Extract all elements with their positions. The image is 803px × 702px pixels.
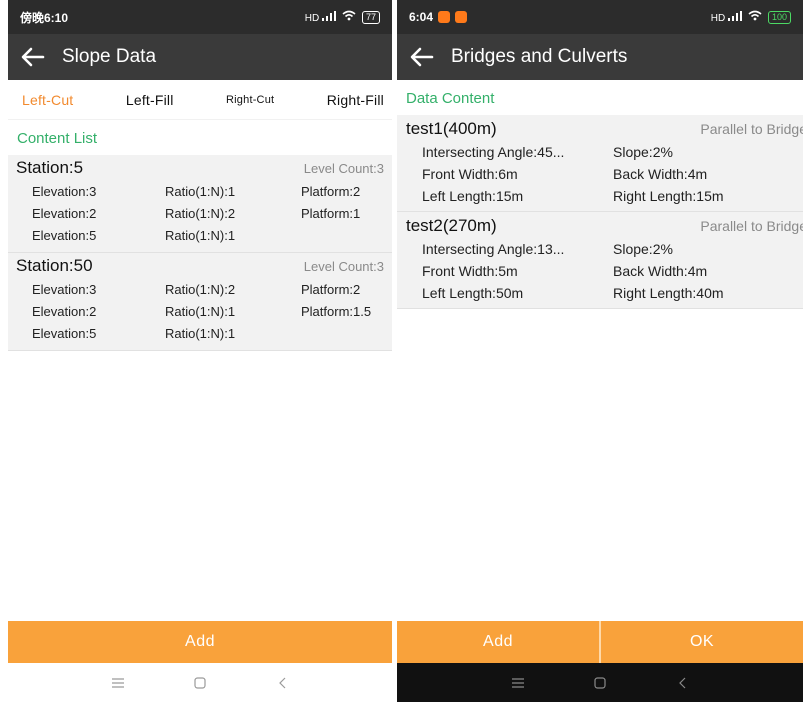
bridge-detail-row: Left Length:50m Right Length:40m: [397, 282, 803, 304]
bridge-name: test1(400m): [406, 119, 497, 138]
app-bar: Slope Data: [8, 34, 392, 80]
elevation-value: Elevation:2: [32, 205, 97, 221]
bridge-detail-row: Front Width:6m Back Width:4m: [397, 163, 803, 185]
slope-level-row: Elevation:5 Ratio(1:N):1: [8, 322, 392, 344]
menu-icon[interactable]: [511, 676, 525, 690]
elevation-value: Elevation:3: [32, 183, 97, 199]
elevation-value: Elevation:2: [32, 303, 97, 319]
platform-value: Platform:2: [301, 281, 361, 297]
left-length: Left Length:50m: [422, 285, 524, 301]
platform-value: Platform:1: [301, 205, 361, 221]
bridge-detail-row: Left Length:15m Right Length:15m: [397, 185, 803, 207]
bridge-type: Parallel to Bridge: [700, 218, 803, 234]
wifi-icon: [342, 10, 356, 24]
station-name: Station:50: [16, 256, 93, 275]
tab-right-cut[interactable]: Right-Cut: [226, 94, 274, 106]
battery-icon: 77: [361, 10, 380, 24]
tab-left-fill[interactable]: Left-Fill: [126, 92, 174, 108]
slope-data-screen: 傍晚6:10 HD 77 Slope Data Left-Cut Left-Fi…: [8, 0, 392, 702]
slope-level-row: Elevation:3 Ratio(1:N):2 Platform:2: [8, 278, 392, 300]
bridge-detail-row: Intersecting Angle:45... Slope:2%: [397, 141, 803, 163]
wifi-icon: [748, 10, 762, 24]
slope-value: Slope:2%: [613, 144, 673, 160]
front-width: Front Width:6m: [422, 166, 518, 182]
tab-left-cut[interactable]: Left-Cut: [22, 92, 73, 108]
elevation-value: Elevation:3: [32, 281, 97, 297]
back-arrow-icon[interactable]: [407, 42, 437, 72]
home-icon[interactable]: [193, 676, 207, 690]
elevation-value: Elevation:5: [32, 227, 97, 243]
back-width: Back Width:4m: [613, 263, 708, 279]
status-bar: 6:04 HD 100: [397, 0, 803, 34]
notification-icon: [438, 11, 451, 23]
station-card[interactable]: Station:50 Level Count:3 Elevation:3 Rat…: [8, 253, 392, 351]
bridge-detail-row: Front Width:5m Back Width:4m: [397, 260, 803, 282]
station-card[interactable]: Station:5 Level Count:3 Elevation:3 Rati…: [8, 155, 392, 253]
bridges-culverts-screen: 6:04 HD 100 Bridges and Culverts Data Co…: [397, 0, 803, 702]
slope-level-row: Elevation:2 Ratio(1:N):1 Platform:1.5: [8, 300, 392, 322]
app-bar: Bridges and Culverts: [397, 34, 803, 80]
bridge-detail-row: Intersecting Angle:13... Slope:2%: [397, 238, 803, 260]
tab-right-fill[interactable]: Right-Fill: [327, 92, 384, 108]
back-nav-icon[interactable]: [275, 676, 289, 690]
ratio-value: Ratio(1:N):1: [165, 303, 236, 319]
notification-icon: [455, 11, 468, 23]
intersecting-angle: Intersecting Angle:45...: [422, 144, 565, 160]
slope-value: Slope:2%: [613, 241, 673, 257]
ratio-value: Ratio(1:N):1: [165, 325, 236, 341]
bottom-action-bar: Add OK: [397, 621, 803, 663]
back-arrow-icon[interactable]: [18, 42, 48, 72]
back-nav-icon[interactable]: [675, 676, 689, 690]
page-title: Slope Data: [62, 46, 157, 67]
page-title: Bridges and Culverts: [451, 46, 628, 67]
battery-icon: 100: [767, 10, 791, 24]
level-count: Level Count:3: [303, 161, 384, 176]
add-button[interactable]: Add: [8, 621, 392, 663]
signal-icon: HD: [711, 10, 742, 24]
station-name: Station:5: [16, 158, 84, 177]
bridge-type: Parallel to Bridge: [700, 121, 803, 137]
add-button[interactable]: Add: [397, 621, 599, 663]
platform-value: Platform:2: [301, 183, 361, 199]
section-title: Data Content: [406, 90, 495, 107]
intersecting-angle: Intersecting Angle:13...: [422, 241, 565, 257]
home-icon[interactable]: [593, 676, 607, 690]
back-width: Back Width:4m: [613, 166, 708, 182]
ratio-value: Ratio(1:N):2: [165, 281, 236, 297]
status-bar: 傍晚6:10 HD 77: [8, 0, 392, 34]
bridge-name: test2(270m): [406, 216, 497, 235]
right-length: Right Length:40m: [613, 285, 724, 301]
platform-value: Platform:1.5: [301, 303, 372, 319]
system-nav-bar: [8, 663, 392, 702]
ratio-value: Ratio(1:N):1: [165, 183, 236, 199]
bridge-card[interactable]: test1(400m) Parallel to Bridge Intersect…: [397, 115, 803, 212]
signal-icon: HD: [305, 10, 336, 24]
ok-button[interactable]: OK: [599, 621, 803, 663]
bottom-action-bar: Add: [8, 621, 392, 663]
slope-tabs: Left-Cut Left-Fill Right-Cut Right-Fill: [8, 80, 392, 120]
elevation-value: Elevation:5: [32, 325, 97, 341]
front-width: Front Width:5m: [422, 263, 518, 279]
slope-level-row: Elevation:5 Ratio(1:N):1: [8, 224, 392, 246]
system-nav-bar: [397, 663, 803, 702]
slope-level-row: Elevation:2 Ratio(1:N):2 Platform:1: [8, 202, 392, 224]
ratio-value: Ratio(1:N):1: [165, 227, 236, 243]
menu-icon[interactable]: [111, 676, 125, 690]
bridge-card[interactable]: test2(270m) Parallel to Bridge Intersect…: [397, 212, 803, 309]
right-length: Right Length:15m: [613, 188, 724, 204]
section-title: Content List: [17, 130, 98, 147]
slope-level-row: Elevation:3 Ratio(1:N):1 Platform:2: [8, 180, 392, 202]
status-time: 6:04: [409, 10, 434, 24]
ratio-value: Ratio(1:N):2: [165, 205, 236, 221]
left-length: Left Length:15m: [422, 188, 524, 204]
status-time: 傍晚6:10: [20, 10, 69, 25]
level-count: Level Count:3: [303, 259, 384, 274]
